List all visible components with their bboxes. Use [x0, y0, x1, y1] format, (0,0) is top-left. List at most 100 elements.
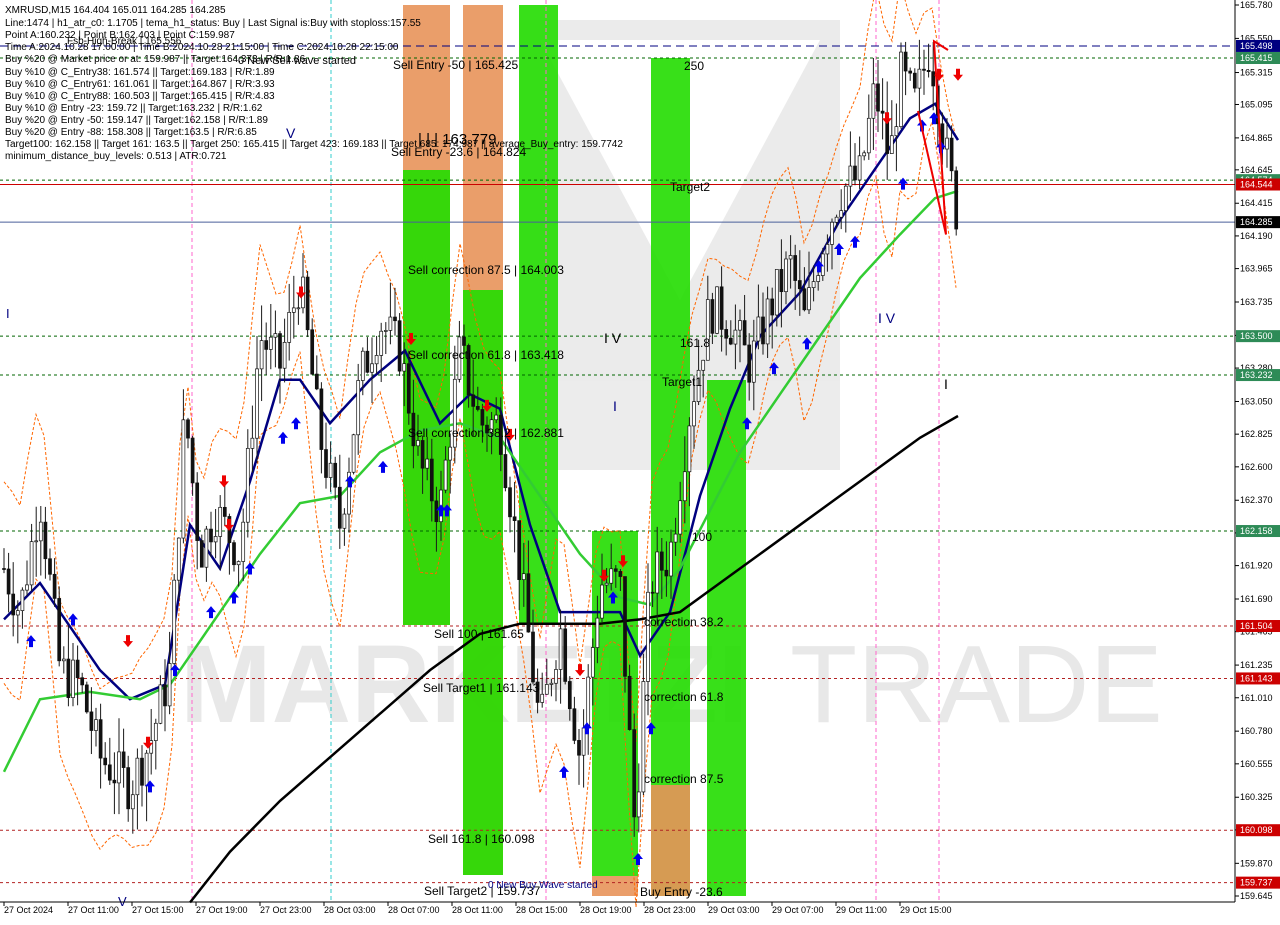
- candle-body: [945, 137, 949, 150]
- price-tick-label: 163.735: [1240, 297, 1273, 307]
- candle-body: [590, 647, 595, 678]
- candle-body: [135, 757, 140, 796]
- chart-svg: MARKETZI TRADE Sell Entry -50 | 165.425 …: [0, 0, 1280, 920]
- candle-body: [917, 68, 922, 89]
- candle-body: [38, 521, 43, 542]
- candle-body: [66, 658, 71, 698]
- candle-body: [613, 568, 618, 572]
- candle-body: [788, 255, 793, 260]
- candle-body: [360, 350, 365, 381]
- candle-body: [526, 573, 531, 633]
- info-line: Target100: 162.158 || Target 161: 163.5 …: [5, 139, 623, 150]
- candle-body: [314, 373, 319, 390]
- candle-body: [351, 434, 356, 473]
- candle-body: [646, 591, 650, 682]
- time-tick-label: 27 Oct 15:00: [132, 905, 184, 915]
- zone-label: correction 38.2: [644, 615, 724, 629]
- candle-body: [655, 551, 660, 594]
- candle-body: [632, 729, 637, 818]
- candle-body: [117, 751, 121, 784]
- candle-body: [572, 708, 577, 741]
- candle-body: [586, 676, 591, 729]
- candle-body: [577, 740, 581, 756]
- price-tick-label: 164.865: [1240, 133, 1273, 143]
- candle-body: [140, 757, 144, 786]
- candle-body: [365, 350, 370, 373]
- info-line: Buy %20 @ Market price or at: 159.987 ||…: [5, 54, 306, 65]
- candle-body: [186, 419, 190, 439]
- wave-mark: I: [944, 376, 948, 392]
- zone-label: Sell correction 61.8 | 163.418: [408, 348, 564, 362]
- info-line: Buy %10 @ C_Entry38: 161.574 || Target:1…: [5, 67, 275, 78]
- price-tick-label: 162.370: [1240, 495, 1273, 505]
- candle-body: [747, 344, 752, 383]
- candle-body: [462, 336, 466, 346]
- candle-body: [107, 764, 112, 781]
- price-label: 164.544: [1240, 180, 1273, 190]
- info-line: XMRUSD,M15 164.404 165.011 164.285 164.2…: [5, 5, 226, 16]
- candle-body: [554, 669, 558, 684]
- candle-body: [811, 281, 816, 288]
- zone-rect: [592, 876, 638, 896]
- candle-body: [673, 533, 678, 543]
- candle-body: [793, 255, 798, 281]
- price-tick-label: 165.315: [1240, 68, 1273, 78]
- candle-body: [199, 540, 204, 568]
- candle-body: [420, 440, 425, 469]
- candle-body: [241, 521, 246, 562]
- time-tick-label: 28 Oct 23:00: [644, 905, 696, 915]
- time-tick-label: 28 Oct 19:00: [580, 905, 632, 915]
- candle-body: [756, 316, 761, 342]
- price-tick-label: 162.600: [1240, 462, 1273, 472]
- candle-body: [848, 165, 853, 187]
- candle-body: [508, 487, 512, 518]
- price-tick-label: 161.690: [1240, 594, 1273, 604]
- candle-body: [724, 329, 729, 339]
- candle-body: [954, 170, 959, 230]
- candle-body: [521, 573, 526, 580]
- zone-label: 100: [692, 530, 712, 544]
- candle-body: [153, 722, 158, 741]
- price-tick-label: 164.190: [1240, 231, 1273, 241]
- candle-body: [181, 419, 186, 539]
- time-tick-label: 28 Oct 07:00: [388, 905, 440, 915]
- candle-body: [807, 287, 811, 311]
- watermark-text-2: TRADE: [790, 623, 1163, 746]
- price-tick-label: 163.050: [1240, 396, 1273, 406]
- candle-body: [34, 540, 39, 543]
- candle-body: [213, 536, 218, 543]
- candle-body: [926, 70, 931, 73]
- price-tick-label: 159.645: [1240, 891, 1273, 901]
- candle-body: [480, 409, 485, 426]
- candle-body: [98, 719, 103, 759]
- candle-body: [429, 458, 434, 502]
- candle-body: [567, 681, 572, 710]
- candle-body: [857, 155, 862, 181]
- wave-mark: I: [613, 398, 617, 414]
- candle-body: [609, 568, 614, 584]
- candle-body: [880, 110, 885, 114]
- candle-body: [894, 126, 899, 137]
- candle-body: [742, 320, 747, 346]
- candle-body: [388, 316, 393, 331]
- info-line: Buy %10 @ Entry -23: 159.72 || Target:16…: [5, 103, 263, 114]
- candle-body: [517, 520, 522, 580]
- candle-body: [305, 276, 310, 331]
- candle-body: [600, 584, 604, 619]
- candle-body: [558, 628, 563, 670]
- zone-rect: [651, 785, 690, 896]
- wave-mark: I V: [604, 330, 622, 346]
- zone-label: Sell Target1 | 161.143: [423, 681, 540, 695]
- candle-body: [204, 528, 209, 568]
- candle-body: [899, 51, 903, 127]
- candle-body: [908, 70, 913, 74]
- candle-body: [503, 454, 508, 489]
- zone-label: Sell correction 38.2 | 162.881: [408, 426, 564, 440]
- zone-label: 250: [684, 59, 704, 73]
- candle-body: [825, 244, 830, 255]
- time-tick-label: 28 Oct 11:00: [452, 905, 503, 915]
- time-tick-label: 29 Oct 07:00: [772, 905, 824, 915]
- candle-body: [282, 341, 287, 369]
- price-tick-label: 163.965: [1240, 264, 1273, 274]
- candle-body: [80, 677, 85, 686]
